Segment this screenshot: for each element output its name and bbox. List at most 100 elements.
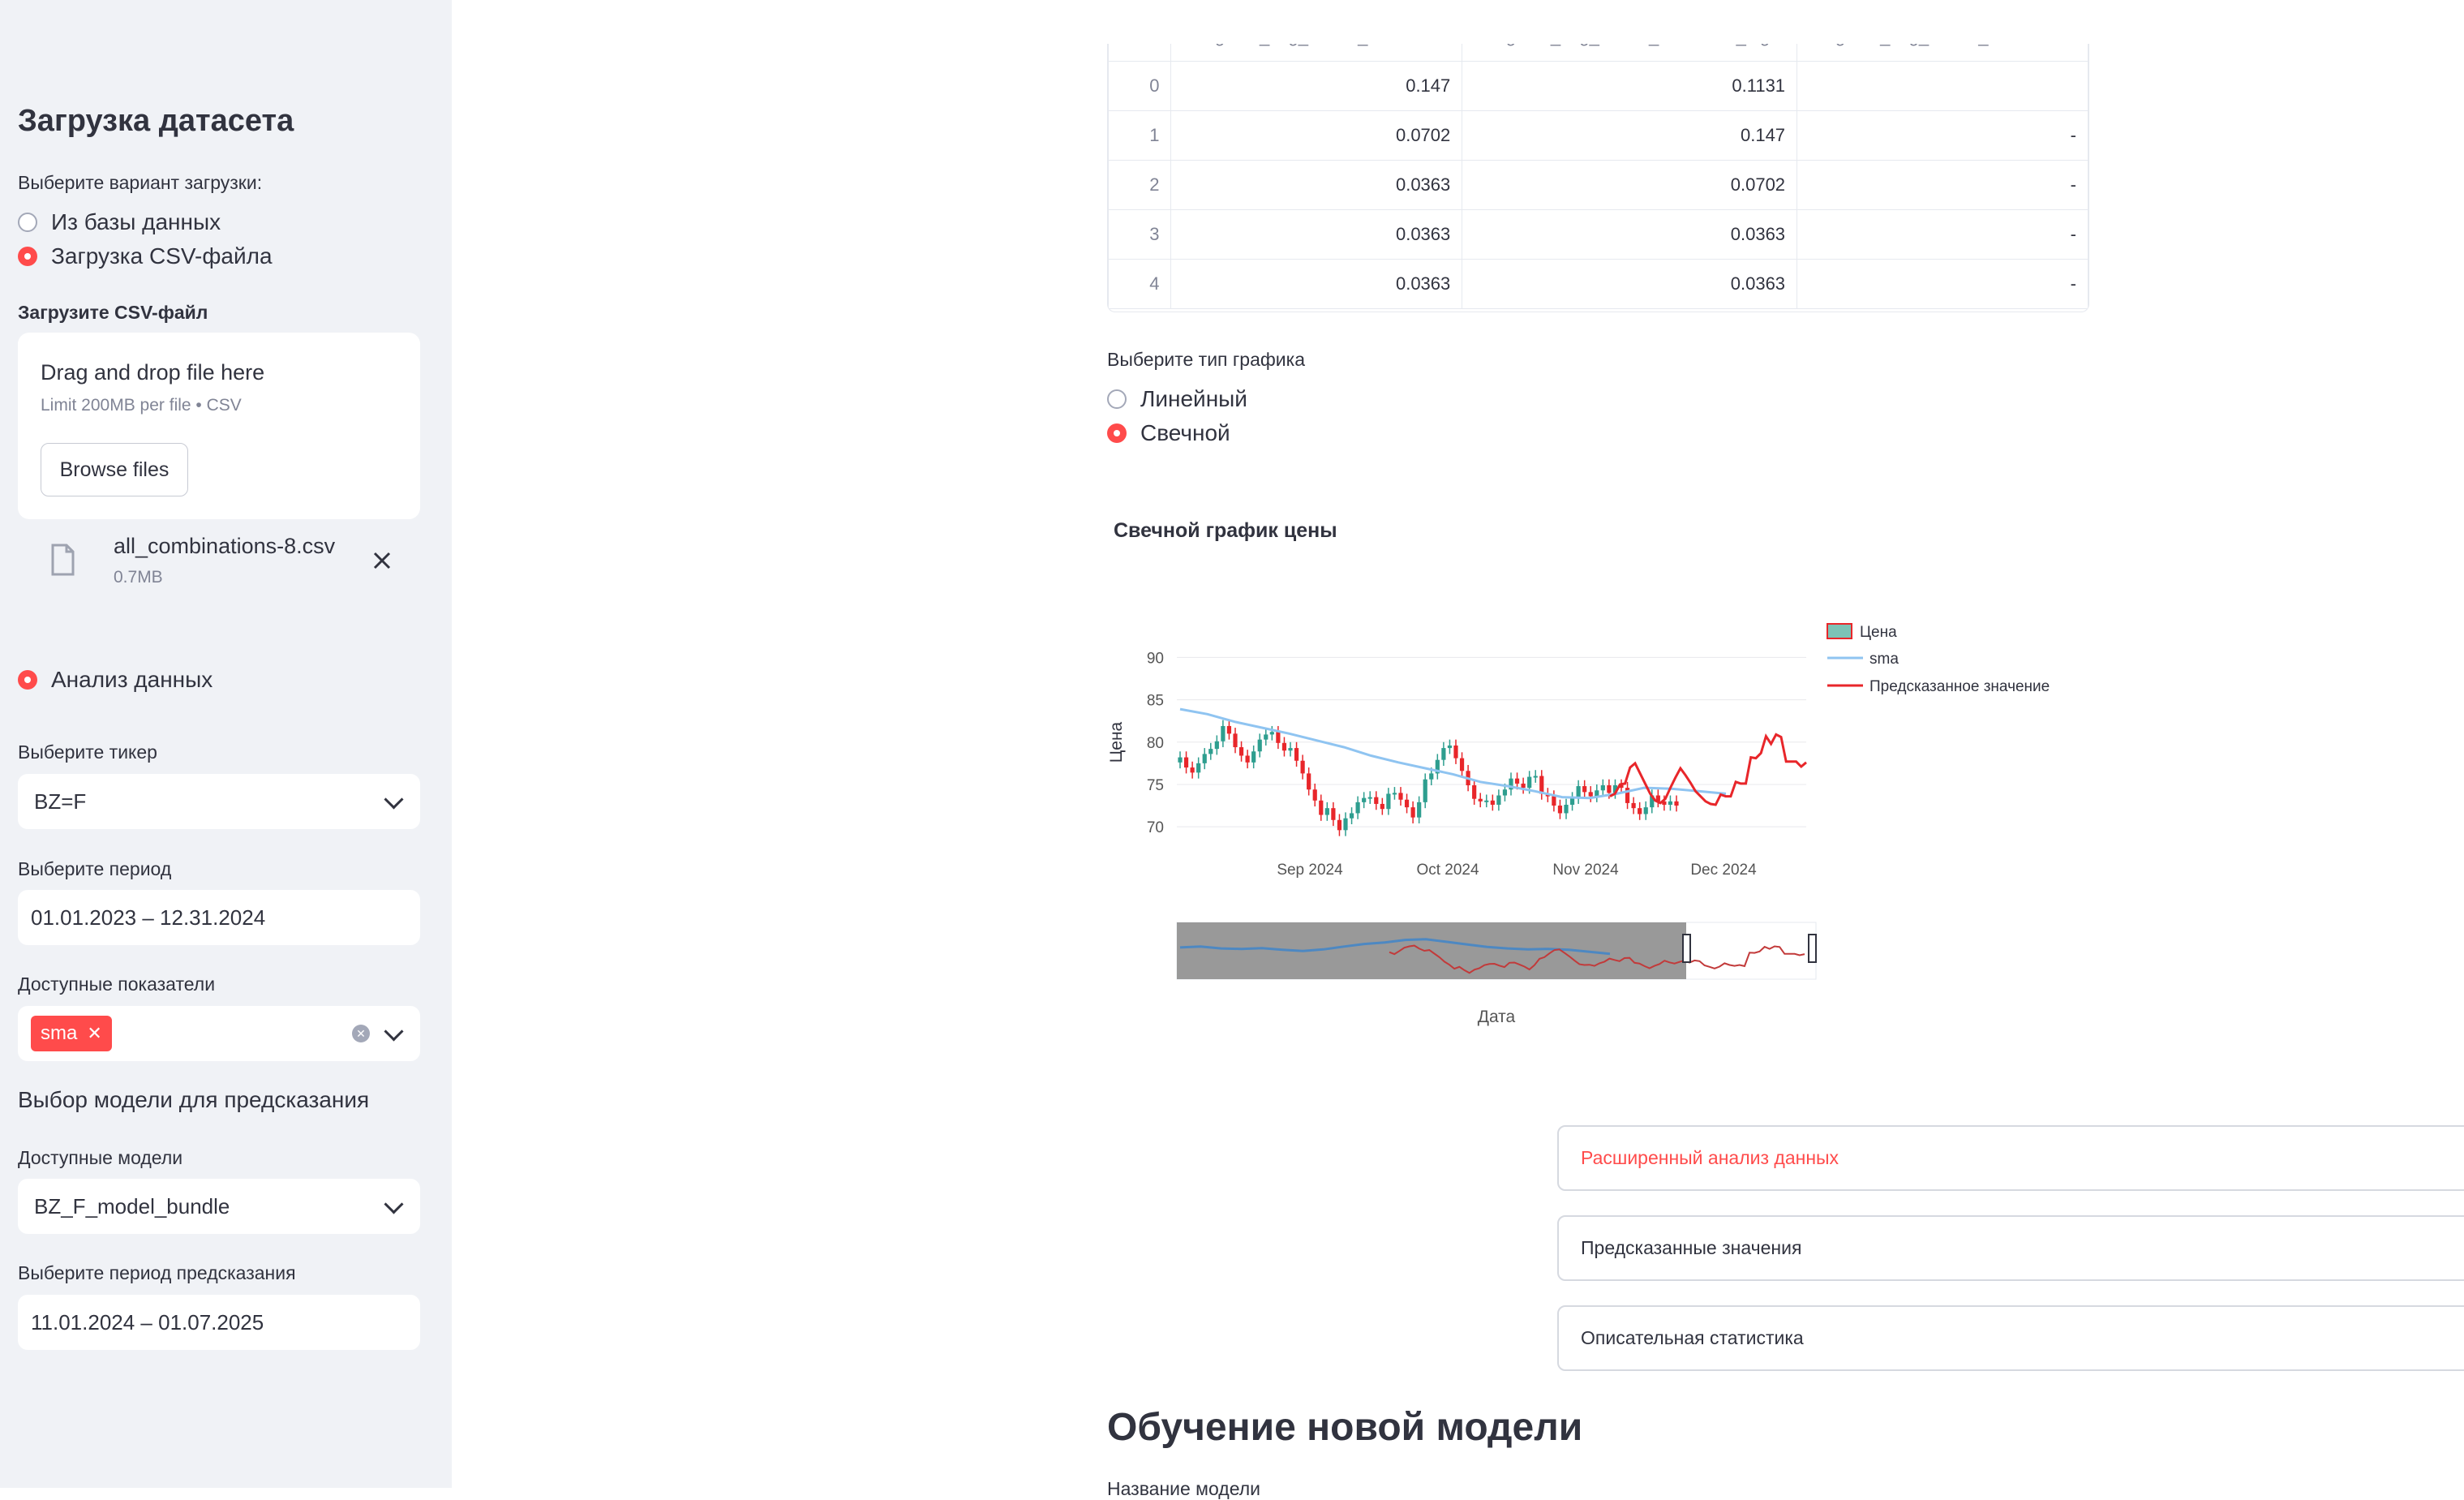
expander-descriptive-stats[interactable]: Описательная статистика	[1557, 1305, 2464, 1371]
candle[interactable]	[1514, 778, 1520, 784]
candle[interactable]	[1527, 776, 1532, 789]
candle[interactable]	[1300, 760, 1305, 774]
table-cell[interactable]	[1796, 61, 2088, 111]
candle[interactable]	[1392, 793, 1397, 795]
candle[interactable]	[1484, 800, 1489, 802]
radio-chart-candle[interactable]: Свечной	[1107, 420, 1230, 446]
candle[interactable]	[1521, 783, 1526, 789]
candle[interactable]	[1595, 790, 1599, 797]
table-cell[interactable]: -	[1796, 209, 2088, 260]
table-cell[interactable]: -	[1796, 259, 2088, 309]
candle[interactable]	[1281, 742, 1287, 751]
candle[interactable]	[1251, 751, 1256, 763]
row-index[interactable]: 3	[1108, 209, 1172, 260]
row-index[interactable]: 4	[1108, 259, 1172, 309]
dataframe[interactable]: weighted_avg_finbert_sentiment weighted_…	[1107, 44, 2089, 312]
indicators-multiselect[interactable]: sma ✕ ✕	[18, 1006, 420, 1061]
candle[interactable]	[1404, 799, 1410, 808]
table-header[interactable]: weighted_avg_finbert_sentiment_lag1	[1462, 44, 1798, 62]
candle[interactable]	[1386, 793, 1391, 810]
candle[interactable]	[1312, 789, 1317, 801]
candle[interactable]	[1539, 776, 1544, 794]
radio-circle[interactable]	[18, 213, 37, 232]
candle[interactable]	[1674, 801, 1679, 806]
candle[interactable]	[1349, 813, 1354, 819]
table-row[interactable]: 3 0.0363 0.0363-	[1108, 209, 2088, 260]
indicator-tag[interactable]: sma ✕	[31, 1016, 112, 1051]
table-cell[interactable]: -	[1796, 160, 2088, 210]
legend-item-price[interactable]: Цена	[1827, 623, 1897, 641]
candle[interactable]	[1398, 793, 1403, 800]
candle[interactable]	[1355, 802, 1360, 814]
candle[interactable]	[1331, 808, 1336, 820]
candle[interactable]	[1343, 818, 1348, 831]
table-row[interactable]: 0 0.147 0.1131	[1108, 61, 2088, 111]
range-handle-right[interactable]	[1808, 934, 1817, 963]
candle[interactable]	[1319, 800, 1324, 815]
remove-file-icon[interactable]	[371, 550, 393, 571]
table-row[interactable]: 1 0.0702 0.147-	[1108, 110, 2088, 161]
radio-circle[interactable]	[1107, 389, 1127, 409]
row-index[interactable]: 2	[1108, 160, 1172, 210]
candle[interactable]	[1362, 797, 1367, 802]
candle[interactable]	[1502, 789, 1508, 796]
candle[interactable]	[1202, 754, 1207, 763]
expander-advanced-analysis[interactable]: Расширенный анализ данных	[1557, 1125, 2464, 1191]
candle[interactable]	[1178, 757, 1183, 763]
candle[interactable]	[1269, 732, 1274, 735]
candle[interactable]	[1288, 748, 1293, 751]
radio-circle-selected[interactable]	[18, 670, 37, 690]
table-cell[interactable]: 0.0363	[1170, 259, 1463, 309]
candle[interactable]	[1496, 795, 1501, 805]
candle[interactable]	[1459, 758, 1465, 771]
candle[interactable]	[1490, 800, 1495, 805]
candle[interactable]	[1307, 773, 1311, 790]
candle[interactable]	[1588, 792, 1593, 797]
candle[interactable]	[1233, 733, 1238, 748]
radio-from-database[interactable]: Из базы данных	[18, 209, 221, 235]
table-cell[interactable]: 0.1131	[1462, 61, 1798, 111]
candle[interactable]	[1238, 747, 1244, 756]
table-cell[interactable]: 0.147	[1170, 61, 1463, 111]
table-cell[interactable]: 0.0363	[1170, 160, 1463, 210]
candle[interactable]	[1668, 801, 1673, 805]
candle[interactable]	[1478, 798, 1483, 802]
candle[interactable]	[1423, 779, 1427, 802]
table-header[interactable]	[1108, 44, 1172, 62]
radio-chart-line[interactable]: Линейный	[1107, 386, 1247, 412]
candle[interactable]	[1324, 808, 1329, 815]
table-cell[interactable]: -	[1796, 110, 2088, 161]
range-handle-left[interactable]	[1682, 934, 1691, 963]
table-cell[interactable]: 0.0363	[1462, 259, 1798, 309]
table-header[interactable]: weighted_avg_finbert_sentime	[1796, 44, 2088, 62]
candle[interactable]	[1214, 741, 1219, 750]
candle[interactable]	[1257, 739, 1262, 752]
radio-circle-selected[interactable]	[18, 247, 37, 266]
file-dropzone[interactable]: Drag and drop file here Limit 200MB per …	[18, 333, 420, 519]
candle[interactable]	[1472, 785, 1477, 799]
candle[interactable]	[1552, 796, 1556, 806]
row-index[interactable]: 0	[1108, 61, 1172, 111]
table-cell[interactable]: 0.147	[1462, 110, 1798, 161]
candle[interactable]	[1245, 755, 1250, 763]
candle[interactable]	[1564, 805, 1569, 814]
radio-circle-selected[interactable]	[1107, 423, 1127, 443]
row-index[interactable]: 1	[1108, 110, 1172, 161]
candle[interactable]	[1183, 757, 1189, 768]
candle[interactable]	[1631, 802, 1636, 809]
candle[interactable]	[1410, 807, 1415, 818]
candle[interactable]	[1533, 776, 1538, 778]
table-cell[interactable]: 0.0702	[1170, 110, 1463, 161]
remove-tag-icon[interactable]: ✕	[87, 1023, 101, 1044]
expander-predicted-values[interactable]: Предсказанные значения	[1557, 1215, 2464, 1281]
table-cell[interactable]: 0.0702	[1462, 160, 1798, 210]
candle[interactable]	[1638, 808, 1642, 814]
table-row[interactable]: 4 0.0363 0.0363-	[1108, 259, 2088, 309]
candle[interactable]	[1337, 819, 1342, 831]
candle[interactable]	[1367, 797, 1372, 799]
table-row[interactable]: 2 0.0363 0.0702-	[1108, 160, 2088, 210]
range-slider[interactable]	[1176, 922, 1817, 980]
chart-legend[interactable]: Цена sma Предсказанное значение	[1827, 623, 2050, 695]
candle[interactable]	[1264, 734, 1268, 740]
radio-data-analysis[interactable]: Анализ данных	[18, 667, 212, 693]
